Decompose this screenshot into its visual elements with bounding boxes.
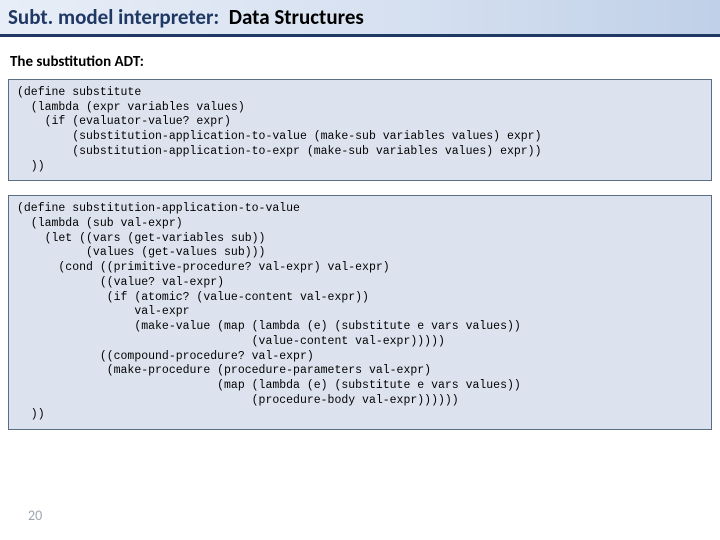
title-prefix: Subt. model interpreter: <box>8 4 219 30</box>
page-number: 20 <box>28 507 42 524</box>
slide: Subt. model interpreter: Data Structures… <box>0 0 720 540</box>
code-block-application-to-value: (define substitution-application-to-valu… <box>8 195 712 430</box>
slide-title-bar: Subt. model interpreter: Data Structures <box>0 0 720 37</box>
code-block-substitute: (define substitute (lambda (expr variabl… <box>8 79 712 181</box>
title-main: Data Structures <box>229 4 364 30</box>
subtitle: The substitution ADT: <box>10 53 720 71</box>
